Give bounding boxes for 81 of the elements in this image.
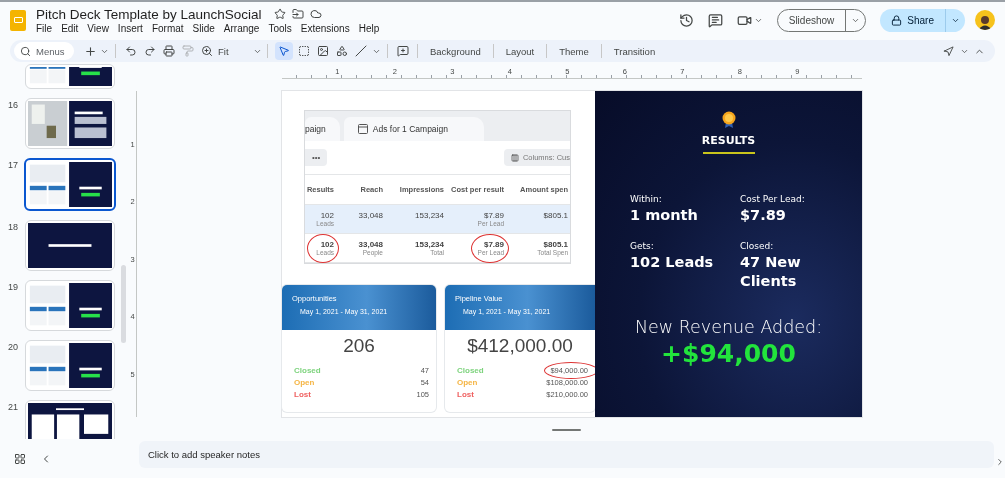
search-icon bbox=[20, 45, 31, 57]
table-cell: 153,234 bbox=[415, 211, 444, 220]
results-title: RESULTS bbox=[701, 134, 756, 147]
toolbar-button[interactable]: Theme bbox=[552, 45, 596, 57]
status-label: Closed bbox=[457, 365, 484, 375]
table-cell: 102 bbox=[320, 211, 334, 220]
table-cell: $805.1 bbox=[543, 211, 568, 220]
table-cell: 33,048 bbox=[358, 211, 383, 220]
stat-value: $7.89 bbox=[740, 206, 787, 225]
line-icon[interactable] bbox=[354, 45, 367, 57]
shapes-icon[interactable] bbox=[335, 45, 348, 57]
slide-number: 21 bbox=[8, 402, 18, 412]
table-cell: $805.1 bbox=[543, 240, 568, 249]
table-cell: 102 bbox=[320, 240, 334, 249]
medal-icon bbox=[721, 111, 736, 129]
redo-icon[interactable] bbox=[143, 45, 156, 57]
table-cell: 153,234 bbox=[415, 240, 444, 249]
zoom-icon[interactable] bbox=[200, 45, 213, 57]
tab-icon bbox=[357, 124, 368, 134]
history-icon[interactable] bbox=[678, 12, 694, 28]
slide-number: 19 bbox=[8, 282, 18, 292]
stat-label: Gets: bbox=[630, 241, 655, 251]
revenue-value: +$94,000 bbox=[661, 339, 796, 368]
slide-number: 20 bbox=[8, 342, 18, 352]
add-icon[interactable] bbox=[83, 44, 97, 58]
status-label: Open bbox=[294, 377, 315, 387]
status-label: Lost bbox=[294, 389, 311, 399]
speaker-notes-field[interactable]: Click to add speaker notes bbox=[139, 441, 994, 468]
menu-item[interactable]: View bbox=[87, 22, 109, 34]
zoom-select[interactable]: Fit bbox=[218, 45, 262, 57]
table-cell: 33,048 bbox=[358, 240, 383, 249]
folder-icon[interactable] bbox=[291, 8, 304, 20]
lock-icon bbox=[891, 14, 903, 26]
side-panel-icon[interactable] bbox=[995, 456, 1005, 467]
menu-item[interactable]: Slide bbox=[192, 22, 215, 34]
scrollbar[interactable] bbox=[121, 265, 126, 343]
search-field[interactable]: Menus bbox=[14, 42, 74, 60]
stat-value: 1 month bbox=[630, 206, 699, 225]
stat-value: 102 Leads bbox=[630, 253, 715, 272]
revenue-label: New Revenue Added: bbox=[634, 317, 823, 337]
status-label: Lost bbox=[457, 389, 474, 399]
stat-value: 47 New Clients bbox=[740, 253, 802, 291]
pointer-icon[interactable] bbox=[943, 45, 954, 57]
menu-item[interactable]: Help bbox=[358, 22, 380, 34]
slide-number: 18 bbox=[8, 222, 18, 232]
avatar[interactable] bbox=[975, 10, 995, 30]
grid-view-icon[interactable] bbox=[14, 453, 26, 465]
stat-label: Cost Per Lead: bbox=[740, 194, 806, 204]
undo-icon[interactable] bbox=[124, 45, 137, 57]
menu-item[interactable]: File bbox=[36, 22, 53, 34]
stat-label: Closed: bbox=[740, 241, 775, 251]
toolbar-button[interactable]: Transition bbox=[606, 45, 663, 57]
add-comment-icon[interactable] bbox=[396, 45, 409, 57]
star-icon[interactable] bbox=[273, 8, 286, 20]
stat-label: Within: bbox=[630, 194, 663, 204]
toolbar-button[interactable]: Layout bbox=[498, 45, 542, 57]
cloud-icon[interactable] bbox=[309, 8, 322, 20]
menu-item[interactable]: Extensions bbox=[300, 22, 350, 34]
select-icon[interactable] bbox=[277, 45, 290, 57]
resize-handle[interactable] bbox=[552, 429, 581, 431]
menu-item[interactable]: Insert bbox=[117, 22, 143, 34]
table-cell: $7.89 bbox=[483, 240, 504, 249]
status-label: Closed bbox=[294, 365, 321, 375]
card-total: 206 bbox=[342, 335, 376, 357]
table-cell: $7.89 bbox=[483, 211, 504, 220]
status-label: Open bbox=[457, 377, 478, 387]
print-icon[interactable] bbox=[162, 45, 175, 57]
text-box-icon[interactable] bbox=[297, 45, 310, 57]
image-icon[interactable] bbox=[316, 45, 329, 57]
document-title[interactable]: Pitch Deck Template by LaunchSocial bbox=[36, 6, 262, 22]
menu-item[interactable]: Tools bbox=[268, 22, 292, 34]
menu-item[interactable]: Arrange bbox=[223, 22, 260, 34]
toolbar-button[interactable]: Background bbox=[423, 45, 488, 57]
menu-item[interactable]: Edit bbox=[61, 22, 79, 34]
slide-number: 17 bbox=[8, 160, 18, 170]
slide-number: 16 bbox=[8, 100, 18, 110]
share-button[interactable]: Share bbox=[880, 8, 945, 32]
card-total: $412,000.00 bbox=[466, 335, 574, 357]
menu-item[interactable]: Format bbox=[151, 22, 184, 34]
slideshow-button[interactable]: Slideshow bbox=[777, 9, 846, 31]
comments-icon[interactable] bbox=[707, 12, 723, 28]
